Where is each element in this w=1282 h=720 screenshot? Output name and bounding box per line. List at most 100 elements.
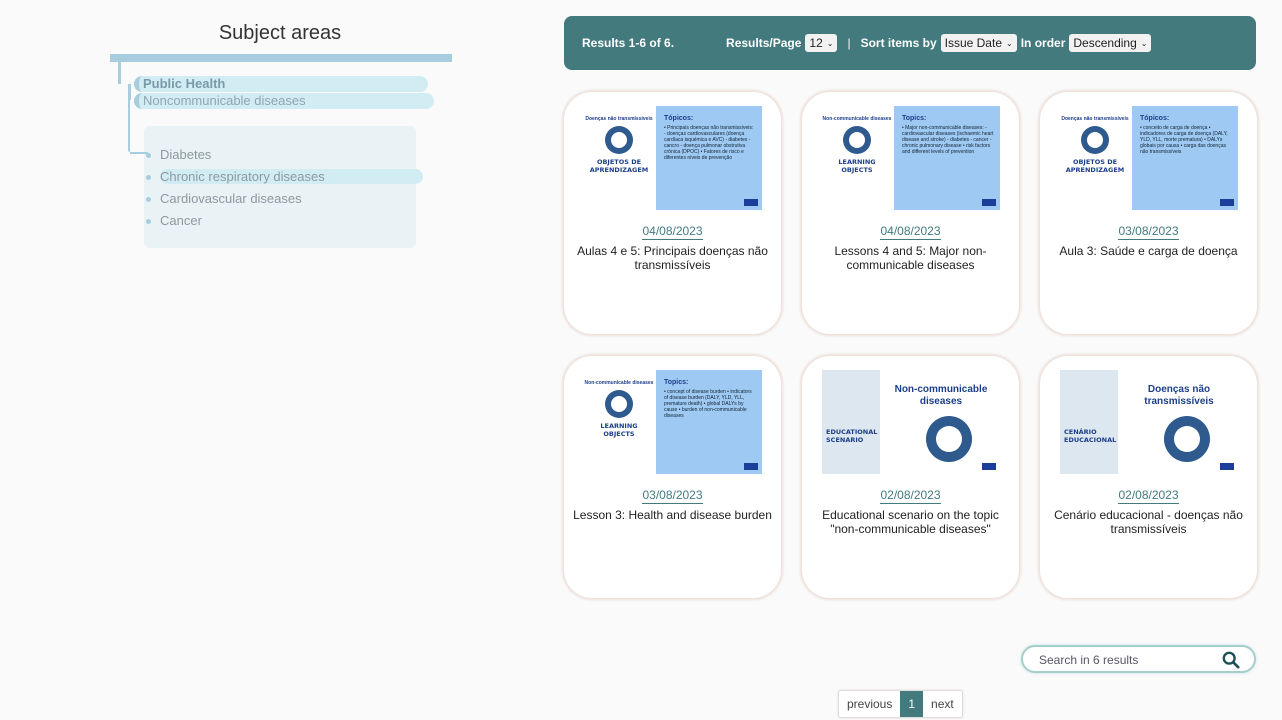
result-title[interactable]: Aulas 4 e 5: Principais doenças não tran… (572, 244, 773, 272)
result-date[interactable]: 03/08/2023 (564, 488, 781, 504)
health-icons-circle-icon (1164, 416, 1210, 462)
subcategory-item-cardiovascular-diseases[interactable]: Cardiovascular diseases (146, 190, 423, 212)
results-per-page-select[interactable]: 12 ⌄ (805, 34, 838, 52)
thumbnail-heading: Doenças não transmissíveis (1061, 116, 1129, 122)
bullet-icon (146, 219, 151, 224)
separator: | (847, 36, 851, 50)
tree-node-public-health[interactable]: Public Health (134, 76, 428, 92)
thumbnail-label: EDUCATIONAL SCENARIO (826, 428, 878, 444)
sort-by-value: Issue Date (944, 36, 1002, 50)
eu-flag-icon (744, 199, 758, 206)
bullet-icon (146, 197, 151, 202)
thumbnail-heading: Non-communicable diseases (584, 380, 654, 386)
result-date-link[interactable]: 02/08/2023 (1118, 488, 1179, 504)
thumbnail-heading: Non-communicable diseases (894, 384, 988, 407)
health-icons-circle-icon (1081, 126, 1109, 154)
tree-connector (118, 62, 121, 84)
subcategory-list: Diabetes Chronic respiratory diseases Ca… (146, 146, 423, 234)
result-thumbnail[interactable]: EDUCATIONAL SCENARIO Non-communicable di… (822, 370, 1000, 474)
thumbnail-cover: Doenças não transmissíveis OBJETOS DE AP… (1060, 106, 1130, 210)
eu-flag-icon (1220, 199, 1234, 206)
eu-flag-icon (744, 463, 758, 470)
bullet-icon (146, 175, 151, 180)
subcategory-label: Cancer (160, 213, 202, 228)
result-date[interactable]: 04/08/2023 (564, 224, 781, 240)
result-card[interactable]: Non-communicable diseases LEARNING OBJEC… (802, 92, 1019, 334)
result-title[interactable]: Educational scenario on the topic "non-c… (810, 508, 1011, 536)
thumbnail-label: OBJETOS DE APRENDIZAGEM (1065, 158, 1125, 174)
result-title[interactable]: Cenário educacional - doenças não transm… (1048, 508, 1249, 536)
eu-flag-icon (1220, 463, 1234, 470)
search-box (1021, 645, 1256, 673)
thumbnail-topics-panel: Topics: • Major non-communicable disease… (894, 106, 1000, 210)
thumbnail-heading: Doenças não transmissíveis (1144, 384, 1214, 407)
result-title[interactable]: Lesson 3: Health and disease burden (572, 508, 773, 522)
order-select[interactable]: Descending ⌄ (1069, 34, 1152, 52)
subcategory-item-cancer[interactable]: Cancer (146, 212, 423, 234)
result-date[interactable]: 02/08/2023 (1040, 488, 1257, 504)
result-date[interactable]: 03/08/2023 (1040, 224, 1257, 240)
result-card[interactable]: EDUCATIONAL SCENARIO Non-communicable di… (802, 356, 1019, 598)
results-per-page-value: 12 (809, 36, 823, 50)
result-thumbnail[interactable]: Non-communicable diseases LEARNING OBJEC… (822, 106, 1000, 210)
pagination: previous 1 next (838, 690, 963, 718)
result-date-link[interactable]: 03/08/2023 (642, 488, 703, 504)
thumbnail-label: CENÁRIO EDUCACIONAL (1064, 428, 1117, 444)
result-date-link[interactable]: 04/08/2023 (880, 224, 941, 240)
result-date[interactable]: 02/08/2023 (802, 488, 1019, 504)
page: Subject areas Public Health Noncommunica… (0, 0, 1282, 720)
thumbnail-cover: Non-communicable diseases LEARNING OBJEC… (584, 370, 654, 474)
thumbnail-cover: CENÁRIO EDUCACIONAL (1060, 370, 1118, 474)
health-icons-circle-icon (926, 416, 972, 462)
thumbnail-label: LEARNING OBJECTS (838, 158, 876, 174)
tree-node-noncommunicable-diseases[interactable]: Noncommunicable diseases (134, 93, 434, 109)
result-date-link[interactable]: 03/08/2023 (1118, 224, 1179, 240)
thumbnail-panel-text: • concept of disease burden • indicators… (664, 389, 752, 419)
thumbnail-cover: EDUCATIONAL SCENARIO (822, 370, 880, 474)
result-title[interactable]: Lessons 4 and 5: Major non-communicable … (810, 244, 1011, 272)
sort-label: Sort items by (860, 36, 937, 50)
results-count: Results 1-6 of 6. (582, 36, 675, 50)
result-card[interactable]: Doenças não transmissíveis OBJETOS DE AP… (1040, 92, 1257, 334)
subcategory-label: Chronic respiratory diseases (160, 169, 423, 184)
search-icon[interactable] (1222, 651, 1240, 669)
bullet-icon (146, 153, 151, 158)
result-thumbnail[interactable]: Doenças não transmissíveis OBJETOS DE AP… (1060, 106, 1238, 210)
subject-areas-title: Subject areas (218, 22, 342, 44)
result-thumbnail[interactable]: Non-communicable diseases LEARNING OBJEC… (584, 370, 762, 474)
thumbnail-label: OBJETOS DE APRENDIZAGEM (589, 158, 649, 174)
thumbnail-heading: Doenças não transmissíveis (585, 116, 653, 122)
eu-flag-icon (982, 463, 996, 470)
chevron-down-icon: ⌄ (826, 38, 834, 48)
tree-root-bar (110, 54, 452, 62)
sort-by-select[interactable]: Issue Date ⌄ (940, 34, 1017, 52)
subcategory-item-chronic-respiratory-diseases[interactable]: Chronic respiratory diseases (146, 168, 423, 190)
result-thumbnail[interactable]: Doenças não transmissíveis OBJETOS DE AP… (584, 106, 762, 210)
thumbnail-topics-panel: Tópicos: • conceito de carga de doença •… (1132, 106, 1238, 210)
previous-page-button[interactable]: previous (839, 691, 900, 717)
tree-connector (128, 84, 131, 100)
next-page-button[interactable]: next (923, 691, 962, 717)
result-thumbnail[interactable]: CENÁRIO EDUCACIONAL Doenças não transmis… (1060, 370, 1238, 474)
result-date-link[interactable]: 02/08/2023 (880, 488, 941, 504)
subcategory-item-diabetes[interactable]: Diabetes (146, 146, 423, 168)
result-card[interactable]: Doenças não transmissíveis OBJETOS DE AP… (564, 92, 781, 334)
thumbnail-panel-title: Topics: (664, 379, 689, 386)
page-1-button[interactable]: 1 (900, 691, 924, 717)
result-date-link[interactable]: 04/08/2023 (642, 224, 703, 240)
chevron-down-icon: ⌄ (1006, 38, 1013, 48)
tree-connector (128, 100, 130, 152)
order-label: In order (1020, 36, 1066, 50)
search-input[interactable] (1039, 651, 1219, 669)
thumbnail-topics-panel: Tópicos: • Principais doenças não transm… (656, 106, 762, 210)
result-card[interactable]: CENÁRIO EDUCACIONAL Doenças não transmis… (1040, 356, 1257, 598)
subcategory-label: Cardiovascular diseases (160, 191, 302, 206)
health-icons-circle-icon (605, 126, 633, 154)
results-per-page-label: Results/Page (726, 36, 802, 50)
result-title[interactable]: Aula 3: Saúde e carga de doença (1048, 244, 1249, 258)
chevron-down-icon: ⌄ (1140, 38, 1148, 48)
result-card[interactable]: Non-communicable diseases LEARNING OBJEC… (564, 356, 781, 598)
result-date[interactable]: 04/08/2023 (802, 224, 1019, 240)
health-icons-circle-icon (605, 390, 633, 418)
thumbnail-cover: Doenças não transmissíveis OBJETOS DE AP… (584, 106, 654, 210)
